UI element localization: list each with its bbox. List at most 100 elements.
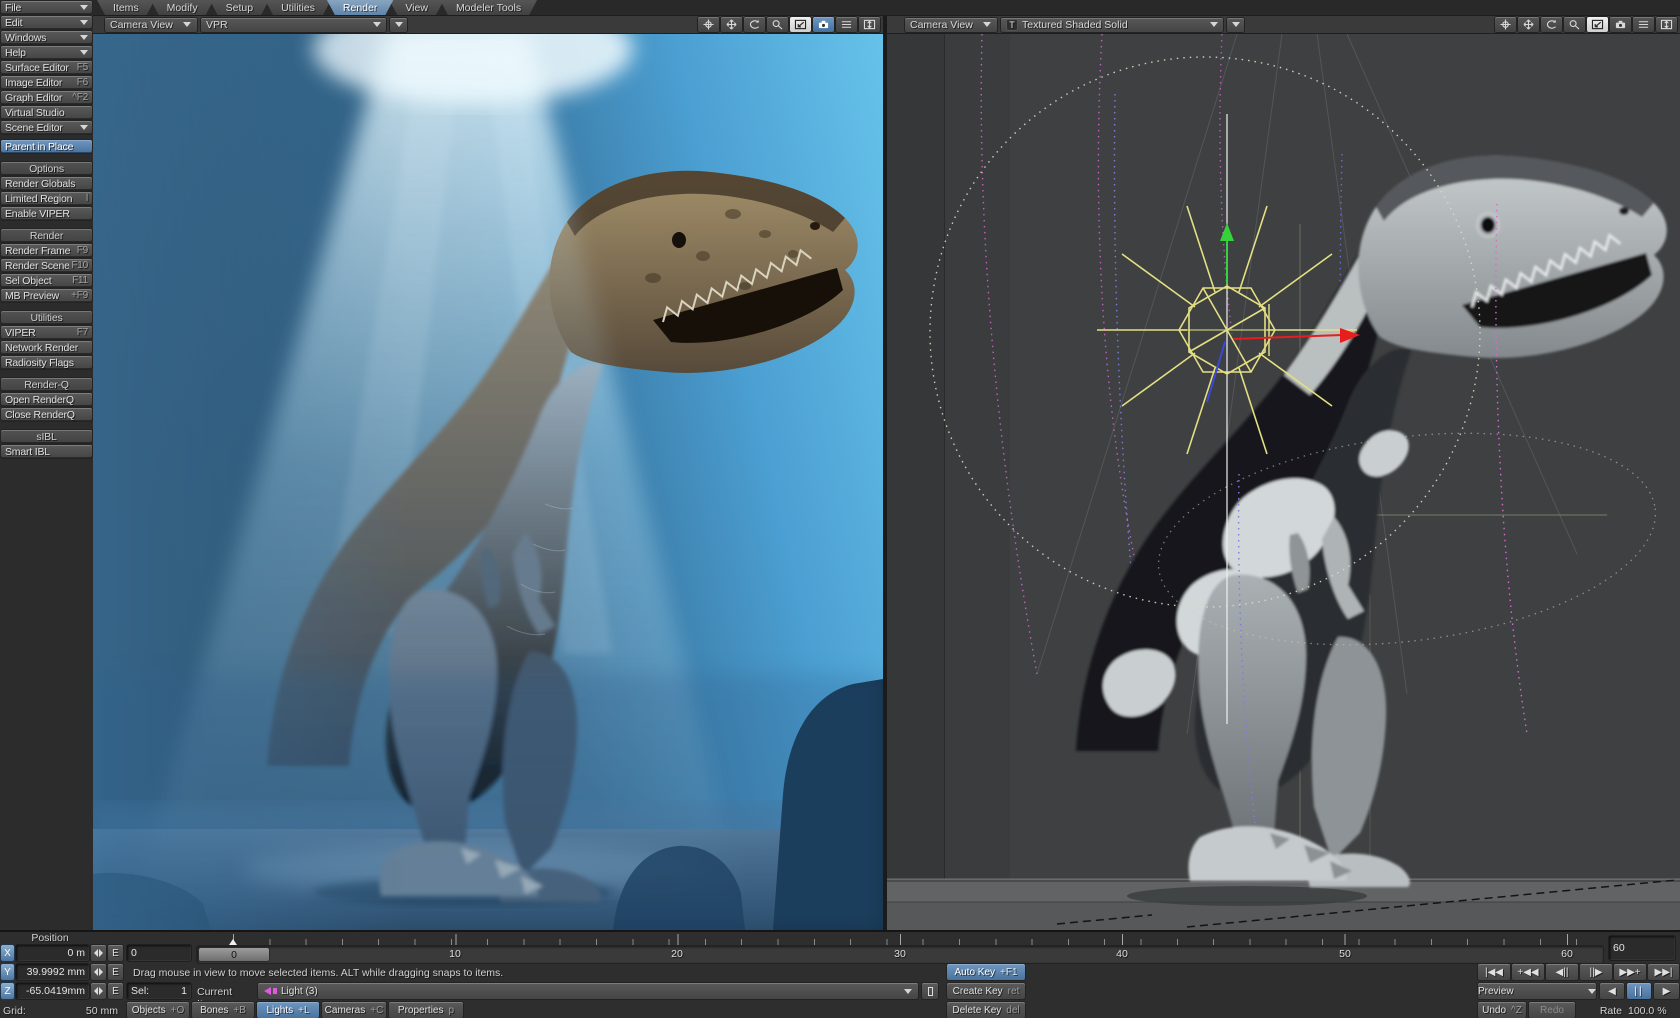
z-axis-badge[interactable]: Z [1,983,14,999]
frame-slider-track[interactable]: 0 10 20 30 40 50 60 [197,946,1603,963]
move-view-icon[interactable] [1518,17,1539,32]
view-menu-icon[interactable] [1633,17,1654,32]
parent-in-place-button[interactable]: Parent in Place [1,140,92,153]
lights-mode-button[interactable]: Lights+L [257,1002,319,1018]
rotate-view-icon[interactable] [744,17,765,32]
center-item-icon[interactable] [1495,17,1516,32]
maximize-view-icon[interactable] [859,17,880,32]
menu-windows[interactable]: Windows [1,31,92,44]
current-item-dropdown[interactable]: Light (3) [258,983,918,999]
viewport-right: Camera View TTextured Shaded Solid [887,16,1680,930]
cameras-mode-button[interactable]: Cameras+C [322,1002,386,1018]
frame-slider-handle[interactable]: 0 [199,948,269,961]
menu-edit[interactable]: Edit [1,16,92,29]
tab-setup[interactable]: Setup [210,0,269,15]
image-editor-button[interactable]: Image EditorF6 [1,76,92,89]
y-stepper[interactable] [91,964,106,980]
delete-key-button[interactable]: Delete Keydel [947,1002,1025,1018]
dropdown-arrow-icon [904,989,912,994]
scene-editor-button[interactable]: Scene Editor [1,121,92,134]
tab-items[interactable]: Items [97,0,155,15]
maximize-view-icon[interactable] [1656,17,1677,32]
objects-mode-button[interactable]: Objects+O [127,1002,189,1018]
render-view-icon[interactable] [813,17,834,32]
right-render-mode-dropdown[interactable]: TTextured Shaded Solid [1001,18,1223,32]
graph-editor-button[interactable]: Graph Editor^F2 [1,91,92,104]
z-position-field[interactable]: -65.0419mm [16,983,89,999]
render-frame-button[interactable]: Render FrameF9 [1,244,92,257]
position-label: Position [10,932,90,944]
z-envelope-button[interactable]: E [108,983,123,999]
properties-button[interactable]: Propertiesp [389,1002,463,1018]
tab-modify[interactable]: Modify [151,0,214,15]
x-axis-badge[interactable]: X [1,945,14,961]
end-frame-field[interactable]: 60 [1609,936,1675,960]
pause-button[interactable]: || [1627,983,1651,999]
step-back-button[interactable]: ◀|| [1546,964,1578,980]
network-render-button[interactable]: Network Render [1,341,92,354]
dropdown-arrow-icon [395,22,403,27]
grid-value: 50 mm [60,1005,118,1017]
auto-key-button[interactable]: Auto Key+F1 [947,964,1025,980]
y-envelope-button[interactable]: E [108,964,123,980]
tab-modeler-tools[interactable]: Modeler Tools [440,0,537,15]
timeline-ruler[interactable] [197,933,1603,945]
preview-dropdown[interactable]: Preview [1478,983,1596,999]
left-viewport-canvas[interactable] [93,34,883,930]
virtual-studio-button[interactable]: Virtual Studio [1,106,92,119]
zoom-view-icon[interactable] [1564,17,1585,32]
bones-mode-button[interactable]: Bones+B [192,1002,254,1018]
redo-button[interactable]: Redo [1529,1002,1575,1018]
tab-render[interactable]: Render [327,0,393,15]
left-mode-options-button[interactable] [390,18,407,32]
go-first-frame-button[interactable]: |◀◀ [1478,964,1510,980]
fit-view-icon[interactable] [1587,17,1608,32]
next-keyframe-button[interactable]: ▶▶+ [1614,964,1646,980]
smart-ibl-button[interactable]: Smart IBL [1,445,92,458]
x-stepper[interactable] [91,945,106,961]
selection-count-field[interactable]: Sel:1 [127,983,191,999]
play-forward-button[interactable]: ▶ [1654,983,1679,999]
go-last-frame-button[interactable]: ▶▶| [1648,964,1679,980]
enable-viper-button[interactable]: Enable VIPER [1,207,92,220]
y-position-field[interactable]: 39.9992 mm [16,964,89,980]
sel-object-button[interactable]: Sel ObjectF11 [1,274,92,287]
menu-file[interactable]: File [1,1,92,14]
play-reverse-button[interactable]: ◀ [1600,983,1624,999]
mb-preview-button[interactable]: MB Preview+F9 [1,289,92,302]
create-key-button[interactable]: Create Keyret [947,983,1025,999]
center-item-icon[interactable] [698,17,719,32]
move-view-icon[interactable] [721,17,742,32]
item-list-button[interactable] [922,983,938,999]
fit-view-icon[interactable] [790,17,811,32]
render-view-icon[interactable] [1610,17,1631,32]
left-render-mode-dropdown[interactable]: VPR [201,18,386,32]
tab-view[interactable]: View [389,0,444,15]
prev-keyframe-button[interactable]: +◀◀ [1512,964,1544,980]
view-menu-icon[interactable] [836,17,857,32]
right-view-type-dropdown[interactable]: Camera View [905,18,997,32]
render-globals-button[interactable]: Render Globals [1,177,92,190]
z-stepper[interactable] [91,983,106,999]
radiosity-flags-button[interactable]: Radiosity Flags [1,356,92,369]
zoom-view-icon[interactable] [767,17,788,32]
menu-help[interactable]: Help [1,46,92,59]
surface-editor-button[interactable]: Surface EditorF5 [1,61,92,74]
viper-button[interactable]: VIPERF7 [1,326,92,339]
x-envelope-button[interactable]: E [108,945,123,961]
x-position-field[interactable]: 0 m [16,945,89,961]
left-view-type-dropdown[interactable]: Camera View [105,18,197,32]
right-mode-options-button[interactable] [1227,18,1244,32]
tab-utilities[interactable]: Utilities [265,0,331,15]
right-viewport-canvas[interactable] [887,34,1680,930]
grid-label: Grid: [3,1005,26,1017]
undo-button[interactable]: Undo^Z [1478,1002,1526,1018]
open-renderq-button[interactable]: Open RenderQ [1,393,92,406]
rotate-view-icon[interactable] [1541,17,1562,32]
y-axis-badge[interactable]: Y [1,964,14,980]
close-renderq-button[interactable]: Close RenderQ [1,408,92,421]
limited-region-button[interactable]: Limited Regionl [1,192,92,205]
render-scene-button[interactable]: Render SceneF10 [1,259,92,272]
step-forward-button[interactable]: ||▶ [1580,964,1612,980]
start-frame-field[interactable]: 0 [127,945,191,961]
